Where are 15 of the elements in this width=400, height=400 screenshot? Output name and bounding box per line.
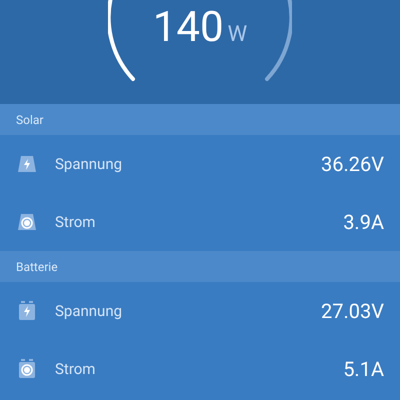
row-value: 36.26V [321,151,384,178]
row-value: 3.9A [343,209,384,236]
power-unit: W [228,21,248,49]
row-label: Strom [55,358,96,380]
section-title: Batterie [16,258,58,276]
battery-bolt-icon [16,300,38,322]
row-label: Spannung [55,154,122,175]
row-label: Strom [55,212,96,233]
section-title: Solar [16,112,44,128]
power-value: 140 [152,2,224,54]
row-value: 27.03V [321,298,384,325]
row-value: 5.1A [343,356,384,383]
row-label: Spannung [55,300,122,322]
panel-bolt-icon [16,153,38,175]
battery-dot-icon [16,358,38,380]
